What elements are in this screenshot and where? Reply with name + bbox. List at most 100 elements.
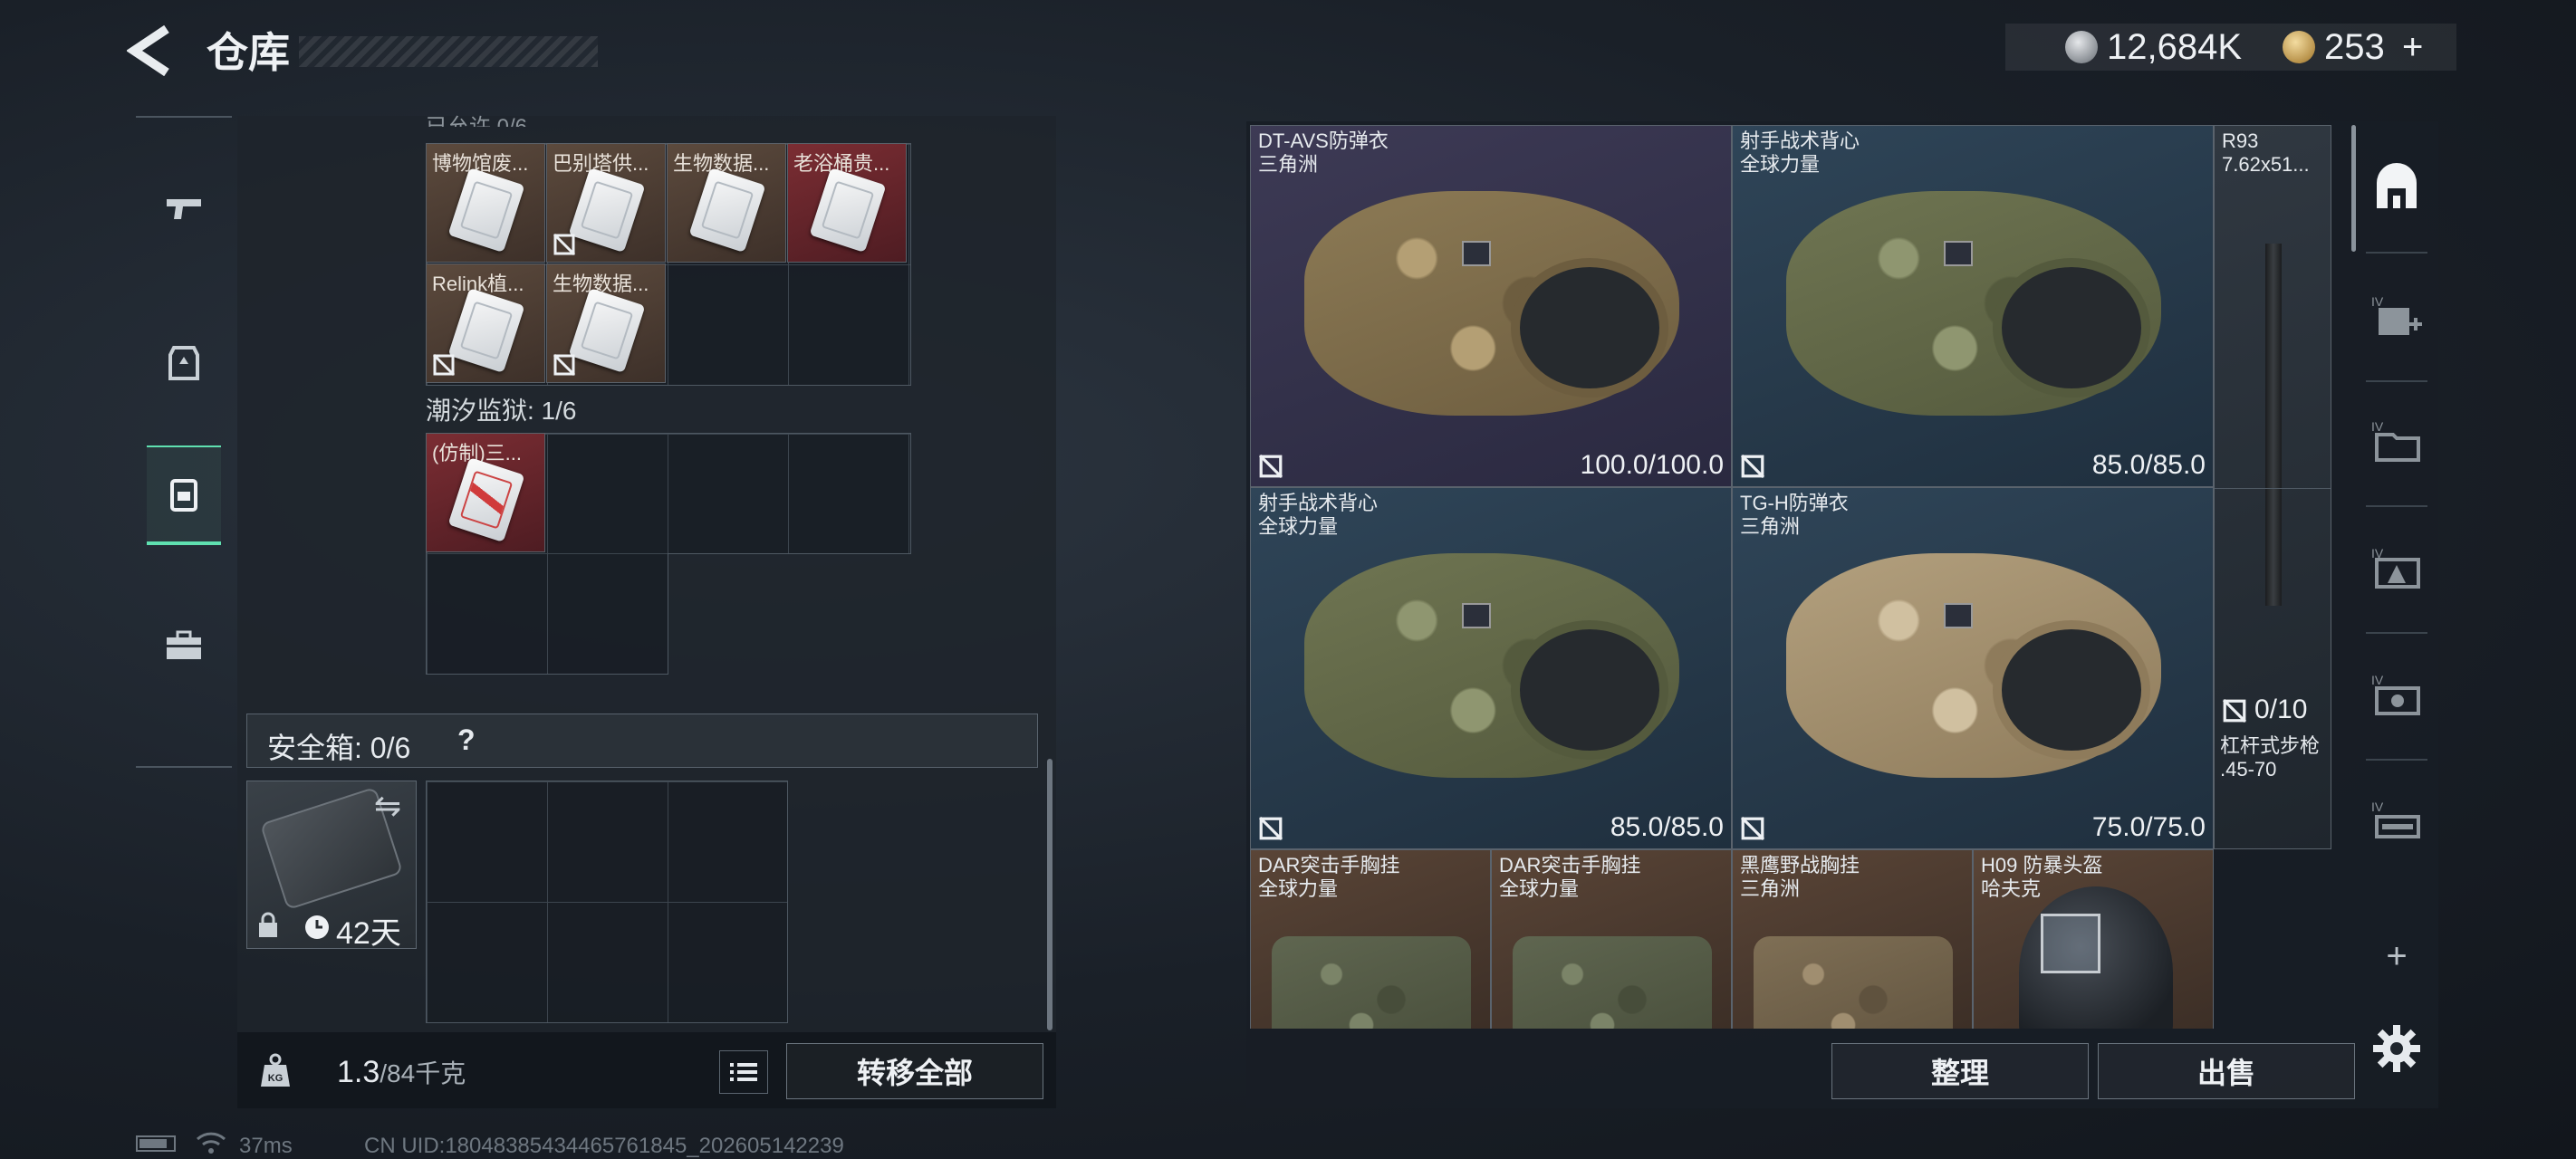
add-currency-button[interactable]: + [2402, 25, 2423, 69]
stash-item[interactable]: H09 防暴头盔 哈夫克 [1973, 849, 2214, 1029]
gear-image [1754, 936, 1953, 1029]
stash-item[interactable]: 射手战术背心 全球力量 85.0/85.0 [1732, 125, 2214, 487]
stash-item[interactable]: DAR突击手胸挂 全球力量 [1250, 849, 1491, 1029]
stash-item[interactable]: TG-H防弹衣 三角洲 75.0/75.0 [1732, 487, 2214, 849]
safe-case-item[interactable]: ⇋ 42天 [246, 781, 417, 951]
prison-grid-lower [426, 553, 668, 675]
sort-button[interactable]: 整理 [1831, 1043, 2089, 1099]
svg-text:IV: IV [2371, 800, 2384, 814]
stash-main-button[interactable] [2366, 158, 2427, 219]
item-durability: 85.0/85.0 [2091, 450, 2206, 480]
left-scrollbar[interactable] [1047, 759, 1053, 1030]
item-name: 射手战术背心 全球力量 [1740, 129, 1860, 176]
help-button[interactable]: ? [457, 723, 476, 757]
back-button[interactable] [125, 24, 181, 80]
camera-case-button[interactable]: IV [2366, 665, 2427, 726]
left-footer: KG 1.3/84千克 转移全部 [237, 1032, 1056, 1108]
silver-balance: 12,684K [2107, 27, 2243, 67]
item-image [568, 168, 646, 253]
stash-footer: 整理 出售 [1250, 1032, 2355, 1108]
settings-gear-icon[interactable] [2369, 1021, 2424, 1076]
svg-text:IV: IV [2371, 294, 2384, 309]
inventory-item[interactable]: 巴别塔供... [546, 143, 666, 263]
no-bind-icon [553, 353, 576, 377]
item-name: DT-AVS防弹衣 三角洲 [1258, 129, 1389, 176]
tab-equipment[interactable] [147, 313, 221, 413]
wifi-icon [196, 1132, 226, 1154]
visor [2041, 914, 2100, 973]
no-bind-icon [432, 353, 456, 377]
vest-collar [1510, 620, 1669, 761]
ammo-case-button[interactable]: IV [2366, 538, 2427, 599]
no-bind-icon [1258, 816, 1283, 841]
tab-backpack[interactable] [147, 445, 221, 545]
weight-icon: KG [261, 1053, 290, 1087]
gear-image [1785, 553, 2162, 778]
item-name: DAR突击手胸挂 全球力量 [1499, 854, 1641, 900]
gear-image [1303, 553, 1680, 778]
stash-item[interactable]: 射手战术背心 全球力量 85.0/85.0 [1250, 487, 1732, 849]
stash-item[interactable]: 0/10 杠杆式步枪 .45-70 R93 7.62x51... [2214, 125, 2331, 849]
gold-balance: 253 [2324, 27, 2385, 67]
inventory-item[interactable]: Relink植... [426, 263, 545, 383]
silver-coin-icon [2065, 31, 2098, 63]
vest-patch [1943, 240, 1973, 266]
svg-text:KG: KG [268, 1073, 284, 1084]
stash-sidebar: IV IV IV IV IV + [2355, 121, 2438, 1108]
stash-item[interactable]: DT-AVS防弹衣 三角洲 100.0/100.0 [1250, 125, 1732, 487]
uid-text: CN UID:18048385434465761845_202605142239 [364, 1134, 844, 1158]
prison-container-label: 潮汐监狱: 1/6 [426, 397, 577, 425]
backpack-icon [170, 479, 197, 512]
inventory-item[interactable]: 生物数据... [667, 143, 786, 263]
rifle-image [2265, 244, 2282, 606]
svg-text:IV: IV [2371, 673, 2384, 687]
transfer-all-button[interactable]: 转移全部 [786, 1043, 1043, 1099]
inventory-item[interactable]: (仿制)三... [426, 433, 545, 552]
no-bind-icon [553, 233, 576, 256]
folder-case-icon: IV [2371, 419, 2420, 462]
ammo-case-icon: IV [2371, 546, 2420, 589]
weapon-case-button[interactable]: IV [2366, 791, 2427, 853]
page-title: 仓库 [207, 29, 290, 76]
container-header-partial: 已允许 0/6 [426, 109, 527, 127]
no-bind-icon [1740, 816, 1765, 841]
add-case-button[interactable]: + [2366, 925, 2427, 987]
weight-display: 1.3/84千克 [337, 1054, 466, 1090]
inventory-item[interactable]: 博物馆废... [426, 143, 545, 263]
gear-image [1272, 936, 1471, 1029]
gear-image [1303, 191, 1680, 416]
vest-collar [1992, 258, 2151, 398]
armor-icon [168, 346, 199, 380]
tab-supplies[interactable] [147, 596, 221, 695]
camera-case-icon: IV [2371, 673, 2420, 715]
item-name: H09 防暴头盔 哈夫克 [1981, 854, 2103, 900]
item-image [447, 457, 525, 542]
safe-box-grid [426, 781, 788, 1023]
list-view-button[interactable] [719, 1050, 768, 1094]
safe-box-bar: 安全箱: 0/6 ? [246, 714, 1038, 768]
no-bind-icon [1258, 454, 1283, 479]
folder-case-button[interactable]: IV [2366, 411, 2427, 473]
med-case-button[interactable]: IV [2366, 286, 2427, 348]
vest-patch [1943, 602, 1973, 628]
helmet-image [2019, 886, 2173, 1029]
swap-icon[interactable]: ⇋ [374, 787, 401, 825]
category-nav [136, 116, 232, 768]
list-icon [730, 1063, 757, 1081]
rifle-ammo: 0/10 [2254, 694, 2308, 724]
back-arrow-icon [125, 24, 169, 77]
gear-image [1513, 936, 1712, 1029]
gear-image [1785, 191, 2162, 416]
vest-patch [1461, 602, 1491, 628]
item-name: DAR突击手胸挂 全球力量 [1258, 854, 1400, 900]
battery-icon [136, 1135, 176, 1152]
lock-icon [259, 912, 277, 937]
sell-button[interactable]: 出售 [2098, 1043, 2355, 1099]
inventory-item[interactable]: 生物数据... [546, 263, 666, 383]
stash-item[interactable]: DAR突击手胸挂 全球力量 [1491, 849, 1732, 1029]
inventory-item[interactable]: 老浴桶贵... [787, 143, 907, 263]
tab-weapons[interactable] [147, 159, 221, 259]
stash-item[interactable]: 黑鹰野战胸挂 三角洲 [1732, 849, 1973, 1029]
item-image [568, 288, 646, 373]
vest-collar [1992, 620, 2151, 761]
